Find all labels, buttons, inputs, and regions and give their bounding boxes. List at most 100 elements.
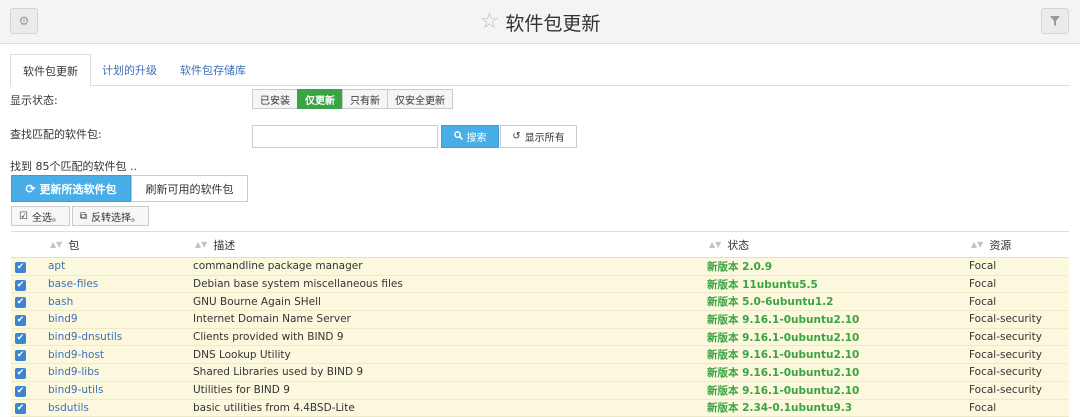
table-row[interactable]: ✔ bind9-utils Utilities for BIND 9 新版本 9.16… [11,381,1069,400]
package-status-cell: 新版本 2.0.9 [707,257,969,276]
search-button[interactable]: 搜索 [441,125,499,148]
table-row[interactable]: ✔ bind9-host DNS Lookup Utility 新版本 9.16.1-… [11,345,1069,365]
refresh-icon: ⟳ [25,181,36,196]
package-source-cell: Focal-security [969,345,1069,365]
table-row[interactable]: ✔ bash GNU Bourne Again SHell 新版本 5.0-6ubun… [11,292,1069,312]
package-name-link-cell: base-files [48,275,193,294]
package-status-cell: 新版本 11ubuntu5.5 [707,275,969,294]
checkbox-icon: ☑ [19,210,28,222]
status-option-updates-only[interactable]: 仅更新 [297,89,343,109]
package-status-cell: 新版本 9.16.1-0ubuntu2.10 [707,345,969,365]
refresh-available-button[interactable]: 刷新可用的软件包 [131,175,248,202]
star-outline-icon[interactable]: ☆ [480,11,500,33]
row-checkbox[interactable]: ✔ [15,403,26,415]
sort-icon: ▲▼ [50,240,63,249]
row-checkbox[interactable]: ✔ [15,314,26,326]
search-button-label: 搜索 [466,133,487,144]
package-name-link[interactable]: bind9-utils [48,384,103,396]
search-label: 查找匹配的软件包: [10,128,102,141]
package-description-cell: basic utilities from 4.4BSD-Lite [193,399,707,417]
column-header-package[interactable]: ▲▼ 包 [48,231,193,258]
package-name-link[interactable]: bsdutils [48,402,89,414]
package-name-link[interactable]: bind9-host [48,349,104,361]
select-all-button[interactable]: ☑ 全选。 [11,206,70,226]
row-checkbox-cell: ✔ [11,345,48,365]
tab-bar: 软件包更新 计划的升级 软件包存储库 [10,54,1070,87]
row-checkbox[interactable]: ✔ [15,279,26,291]
select-all-label: 全选。 [31,212,62,224]
package-name-link[interactable]: bash [48,296,73,308]
page-title: 软件包更新 [505,12,601,35]
package-name-link[interactable]: bind9 [48,313,78,325]
row-checkbox-cell: ✔ [11,399,48,417]
status-option-new-only[interactable]: 只有新 [342,89,388,109]
page-heading: ☆ 软件包更新 [0,0,1080,44]
update-selected-button[interactable]: ⟳ 更新所选软件包 [11,175,131,202]
select-column-header [11,231,48,258]
package-status: 新版本 9.16.1-0ubuntu2.10 [707,366,860,379]
tab-scheduled-upgrades[interactable]: 计划的升级 [90,54,169,86]
tab-package-updates[interactable]: 软件包更新 [10,54,91,87]
row-checkbox[interactable]: ✔ [15,385,26,397]
column-header-description[interactable]: ▲▼ 描述 [193,231,707,258]
display-status-toggle: 已安装 仅更新 只有新 仅安全更新 [252,89,453,109]
package-source-cell: Focal [969,292,1069,312]
package-description-cell: DNS Lookup Utility [193,345,707,365]
package-description: Clients provided with BIND 9 [193,331,344,344]
package-description-cell: GNU Bourne Again SHell [193,292,707,312]
package-name-link[interactable]: apt [48,260,65,272]
table-row[interactable]: ✔ bind9 Internet Domain Name Server 新版本 9.1… [11,310,1069,329]
package-name-link[interactable]: bind9-libs [48,366,99,378]
package-status: 新版本 9.16.1-0ubuntu2.10 [707,313,860,326]
row-checkbox-cell: ✔ [11,363,48,382]
package-name-link[interactable]: bind9-dnsutils [48,331,122,343]
invert-selection-button[interactable]: ⧉ 反转选择。 [72,206,149,226]
row-checkbox[interactable]: ✔ [15,332,26,344]
tab-package-repositories[interactable]: 软件包存储库 [168,54,258,86]
sort-icon: ▲▼ [709,240,722,249]
table-row[interactable]: ✔ apt commandline package manager 新版本 2.0.9… [11,257,1069,276]
package-source: Focal-security [969,348,1042,361]
package-status: 新版本 9.16.1-0ubuntu2.10 [707,384,860,397]
package-source-cell: Focal [969,257,1069,276]
package-source: Focal-security [969,366,1042,379]
package-status-cell: 新版本 9.16.1-0ubuntu2.10 [707,310,969,329]
package-status-cell: 新版本 5.0-6ubuntu1.2 [707,292,969,312]
table-row[interactable]: ✔ bsdutils basic utilities from 4.4BSD-Lit… [11,399,1069,417]
package-search-input[interactable] [252,125,438,148]
table-row[interactable]: ✔ base-files Debian base system miscellane… [11,275,1069,294]
package-description-cell: Utilities for BIND 9 [193,381,707,400]
package-source: Focal-security [969,331,1042,344]
table-row[interactable]: ✔ bind9-dnsutils Clients provided with BIN… [11,328,1069,347]
package-name-link-cell: bind9 [48,310,193,329]
show-all-button[interactable]: ↺ 显示所有 [500,125,577,148]
package-source-cell: Focal [969,275,1069,294]
package-source: Focal-security [969,384,1042,397]
row-checkbox[interactable]: ✔ [15,350,26,362]
status-option-installed[interactable]: 已安装 [252,89,298,109]
row-checkbox[interactable]: ✔ [15,297,26,309]
package-name-link-cell: bash [48,292,193,312]
package-status-cell: 新版本 9.16.1-0ubuntu2.10 [707,363,969,382]
package-name-link-cell: bind9-utils [48,381,193,400]
package-name-link-cell: bind9-dnsutils [48,328,193,347]
package-table: ▲▼ 包 ▲▼ 描述 ▲▼ 状态 ▲▼ 资源 ✔ apt commandline packa… [11,231,1069,417]
package-status: 新版本 5.0-6ubuntu1.2 [707,296,834,309]
status-option-security-only[interactable]: 仅安全更新 [387,89,453,109]
filter-button[interactable] [1041,8,1069,34]
filter-icon [1050,16,1060,26]
package-description-cell: Internet Domain Name Server [193,310,707,329]
package-description-cell: commandline package manager [193,257,707,276]
row-checkbox-cell: ✔ [11,275,48,294]
row-checkbox-cell: ✔ [11,381,48,400]
row-checkbox[interactable]: ✔ [15,367,26,379]
package-name-link-cell: bind9-host [48,345,193,365]
row-checkbox[interactable]: ✔ [15,261,26,273]
package-source: Focal-security [969,313,1042,326]
package-table-body: ✔ apt commandline package manager 新版本 2.0.9… [11,257,1069,417]
top-bar: ⚙ ☆ 软件包更新 [0,0,1080,44]
package-name-link[interactable]: base-files [48,278,98,290]
column-header-status[interactable]: ▲▼ 状态 [707,231,969,258]
column-header-source[interactable]: ▲▼ 资源 [969,231,1069,258]
table-row[interactable]: ✔ bind9-libs Shared Libraries used by BIND… [11,363,1069,382]
